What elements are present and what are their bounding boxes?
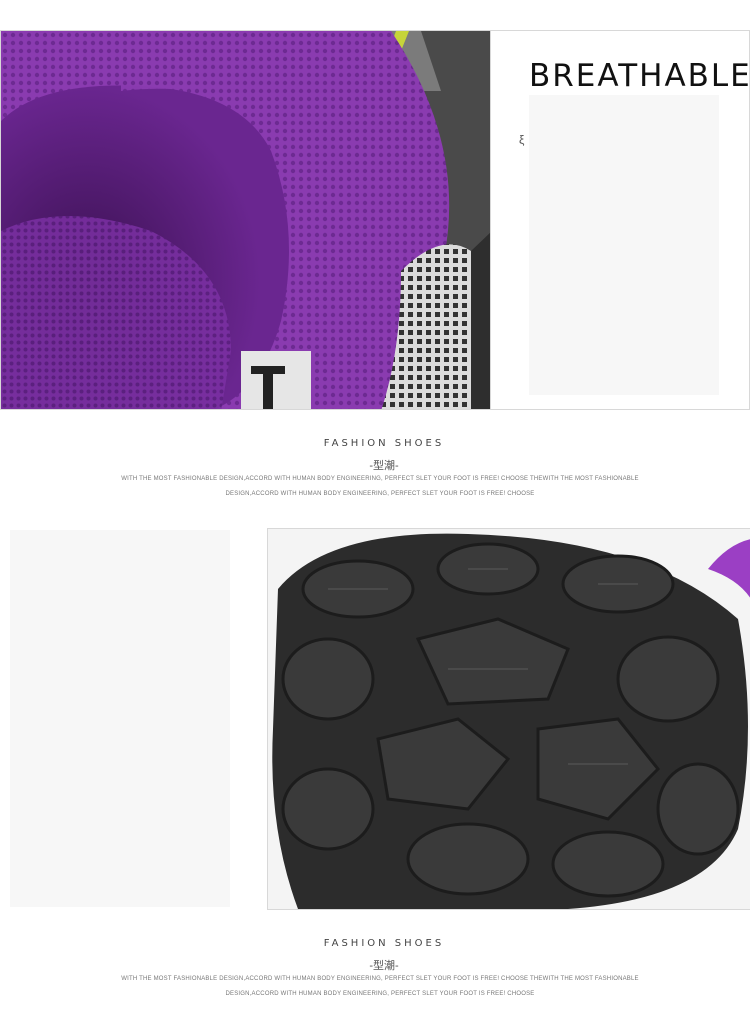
caption-body: WITH THE MOST FASHIONABLE DESIGN,ACCORD …	[121, 976, 639, 997]
outsole-tread-image	[268, 529, 750, 909]
feature-text-fragment: ξ	[519, 133, 525, 147]
caption-title: FASHION SHOES	[323, 938, 445, 949]
outsole-photo	[267, 528, 750, 910]
collar-fabric-image	[1, 31, 490, 409]
feature-heading: BREATHABLE	[529, 58, 750, 94]
caption-title: FASHION SHOES	[323, 438, 445, 449]
caption-body: WITH THE MOST FASHIONABLE DESIGN,ACCORD …	[121, 476, 639, 497]
caption-subtitle: -型潮-	[369, 460, 399, 472]
feature-image-placeholder	[529, 95, 719, 395]
image-placeholder	[10, 530, 230, 907]
collar-fabric-photo	[0, 30, 491, 410]
caption-subtitle: -型潮-	[369, 960, 399, 972]
